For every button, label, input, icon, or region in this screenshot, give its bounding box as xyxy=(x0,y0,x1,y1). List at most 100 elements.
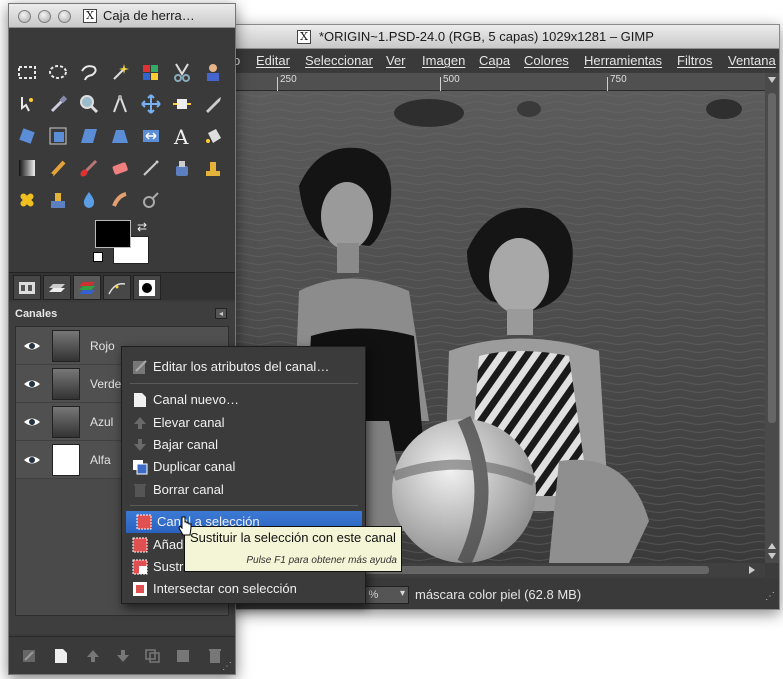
blur-tool[interactable] xyxy=(75,186,103,214)
perspective-tool[interactable] xyxy=(106,122,134,150)
ruler-label-500: 500 xyxy=(443,74,460,85)
eye-icon[interactable] xyxy=(22,412,42,432)
subtract-from-selection-icon xyxy=(132,559,148,575)
foreground-color-swatch[interactable] xyxy=(95,220,131,248)
crop-tool[interactable] xyxy=(199,90,227,118)
menu-filtros[interactable]: Filtros xyxy=(677,53,712,68)
eraser-tool[interactable] xyxy=(106,154,134,182)
raise-channel-button[interactable] xyxy=(83,646,103,666)
tab-layers[interactable] xyxy=(43,275,71,300)
dodge-burn-icon xyxy=(143,192,159,208)
paintbrush-tool[interactable] xyxy=(75,154,103,182)
paintbrush-icon xyxy=(80,159,98,177)
menu-duplicate-channel[interactable]: Duplicar canal xyxy=(122,456,365,478)
scissors-icon xyxy=(174,63,190,82)
menu-new-channel[interactable]: Canal nuevo… xyxy=(122,389,365,411)
layers-icon xyxy=(49,283,65,292)
flip-tool[interactable] xyxy=(137,122,165,150)
eye-icon[interactable] xyxy=(22,450,42,470)
pencil-tool[interactable] xyxy=(44,154,72,182)
edit-channel-button[interactable] xyxy=(19,646,39,666)
menu-capa[interactable]: Capa xyxy=(479,53,510,68)
blend-tool[interactable] xyxy=(13,154,41,182)
airbrush-tool[interactable] xyxy=(137,154,165,182)
tab-paths[interactable] xyxy=(103,275,131,300)
eye-icon[interactable] xyxy=(22,374,42,394)
ink-icon xyxy=(176,161,188,176)
menu-ver[interactable]: Ver xyxy=(386,53,406,68)
menu-herramientas[interactable]: Herramientas xyxy=(584,53,662,68)
rect-select-tool[interactable] xyxy=(13,58,41,86)
resize-grip-icon[interactable]: ⋰ xyxy=(222,661,232,672)
rect-select-icon xyxy=(18,66,36,79)
measure-tool[interactable] xyxy=(106,90,134,118)
paths-tool[interactable] xyxy=(13,90,41,118)
rotate-tool[interactable] xyxy=(13,122,41,150)
move-tool[interactable] xyxy=(137,90,165,118)
menu-colores[interactable]: Colores xyxy=(524,53,569,68)
magnifier-icon xyxy=(80,95,99,114)
close-window-button[interactable] xyxy=(18,10,31,23)
menu-imagen[interactable]: Imagen xyxy=(422,53,465,68)
eye-icon[interactable] xyxy=(22,336,42,356)
bucket-fill-tool[interactable] xyxy=(199,122,227,150)
new-channel-button[interactable] xyxy=(51,646,71,666)
heal-tool[interactable] xyxy=(13,186,41,214)
horizontal-ruler[interactable]: 250 500 750 xyxy=(229,73,765,91)
tab-channels[interactable] xyxy=(73,275,101,300)
swap-colors-icon[interactable]: ⇄ xyxy=(137,220,147,234)
panel-menu-icon[interactable]: ◂ xyxy=(215,308,227,319)
free-select-tool[interactable] xyxy=(75,58,103,86)
menu-edit-channel-attributes[interactable]: Editar los atributos del canal… xyxy=(122,356,365,378)
shear-tool[interactable] xyxy=(75,122,103,150)
menu-label: Borrar canal xyxy=(153,482,224,497)
paths-icon xyxy=(108,282,126,294)
tab-tool-options[interactable] xyxy=(13,275,41,300)
delete-icon xyxy=(134,484,146,497)
scissors-select-tool[interactable] xyxy=(168,58,196,86)
smudge-tool[interactable] xyxy=(106,186,134,214)
image-window-titlebar[interactable]: X *ORIGIN~1.PSD-24.0 (RGB, 5 capas) 1029… xyxy=(229,25,779,49)
color-picker-tool[interactable] xyxy=(44,90,72,118)
tab-brushes[interactable] xyxy=(133,275,161,300)
select-by-color-tool[interactable] xyxy=(137,58,165,86)
menu-delete-channel[interactable]: Borrar canal xyxy=(122,479,365,501)
zoom-tool[interactable] xyxy=(75,90,103,118)
dodge-burn-tool[interactable] xyxy=(137,186,165,214)
channels-icon xyxy=(79,281,95,294)
menubar: o Editar Seleccionar Ver Imagen Capa Col… xyxy=(229,50,779,72)
lower-channel-button[interactable] xyxy=(113,646,133,666)
menu-lower-channel[interactable]: Bajar canal xyxy=(122,434,365,456)
perspective-clone-icon xyxy=(51,193,65,208)
select-by-color-icon xyxy=(143,65,158,80)
text-tool[interactable]: A xyxy=(168,122,196,150)
resize-grip-icon[interactable]: ⋰ xyxy=(765,591,775,602)
perspective-clone-tool[interactable] xyxy=(44,186,72,214)
menu-intersect-selection[interactable]: Intersectar con selección xyxy=(122,578,365,600)
duplicate-channel-button[interactable] xyxy=(143,646,163,666)
minimize-window-button[interactable] xyxy=(38,10,51,23)
foreground-select-tool[interactable] xyxy=(199,58,227,86)
ink-tool[interactable] xyxy=(168,154,196,182)
color-swatches[interactable]: ⇄ xyxy=(93,220,153,268)
ellipse-select-tool[interactable] xyxy=(44,58,72,86)
smudge-icon xyxy=(112,192,127,207)
toolbox-titlebar[interactable]: X Caja de herra… xyxy=(9,4,235,28)
scale-tool[interactable] xyxy=(44,122,72,150)
shear-icon xyxy=(81,129,97,143)
menu-editar[interactable]: Editar xyxy=(256,53,290,68)
menu-seleccionar[interactable]: Seleccionar xyxy=(305,53,373,68)
chevron-down-icon: ▾ xyxy=(399,588,405,599)
align-tool[interactable] xyxy=(168,90,196,118)
channel-to-selection-button[interactable] xyxy=(173,646,193,666)
brushes-icon xyxy=(139,279,155,296)
menu-ventana[interactable]: Ventana xyxy=(728,53,776,68)
zoom-window-button[interactable] xyxy=(58,10,71,23)
menu-label: Bajar canal xyxy=(153,437,219,452)
dock-tabs xyxy=(9,272,235,300)
clone-tool[interactable] xyxy=(199,154,227,182)
fuzzy-select-tool[interactable] xyxy=(106,58,134,86)
menu-raise-channel[interactable]: Elevar canal xyxy=(122,412,365,434)
vertical-scrollbar[interactable] xyxy=(765,73,779,563)
default-colors-icon[interactable] xyxy=(93,252,103,262)
